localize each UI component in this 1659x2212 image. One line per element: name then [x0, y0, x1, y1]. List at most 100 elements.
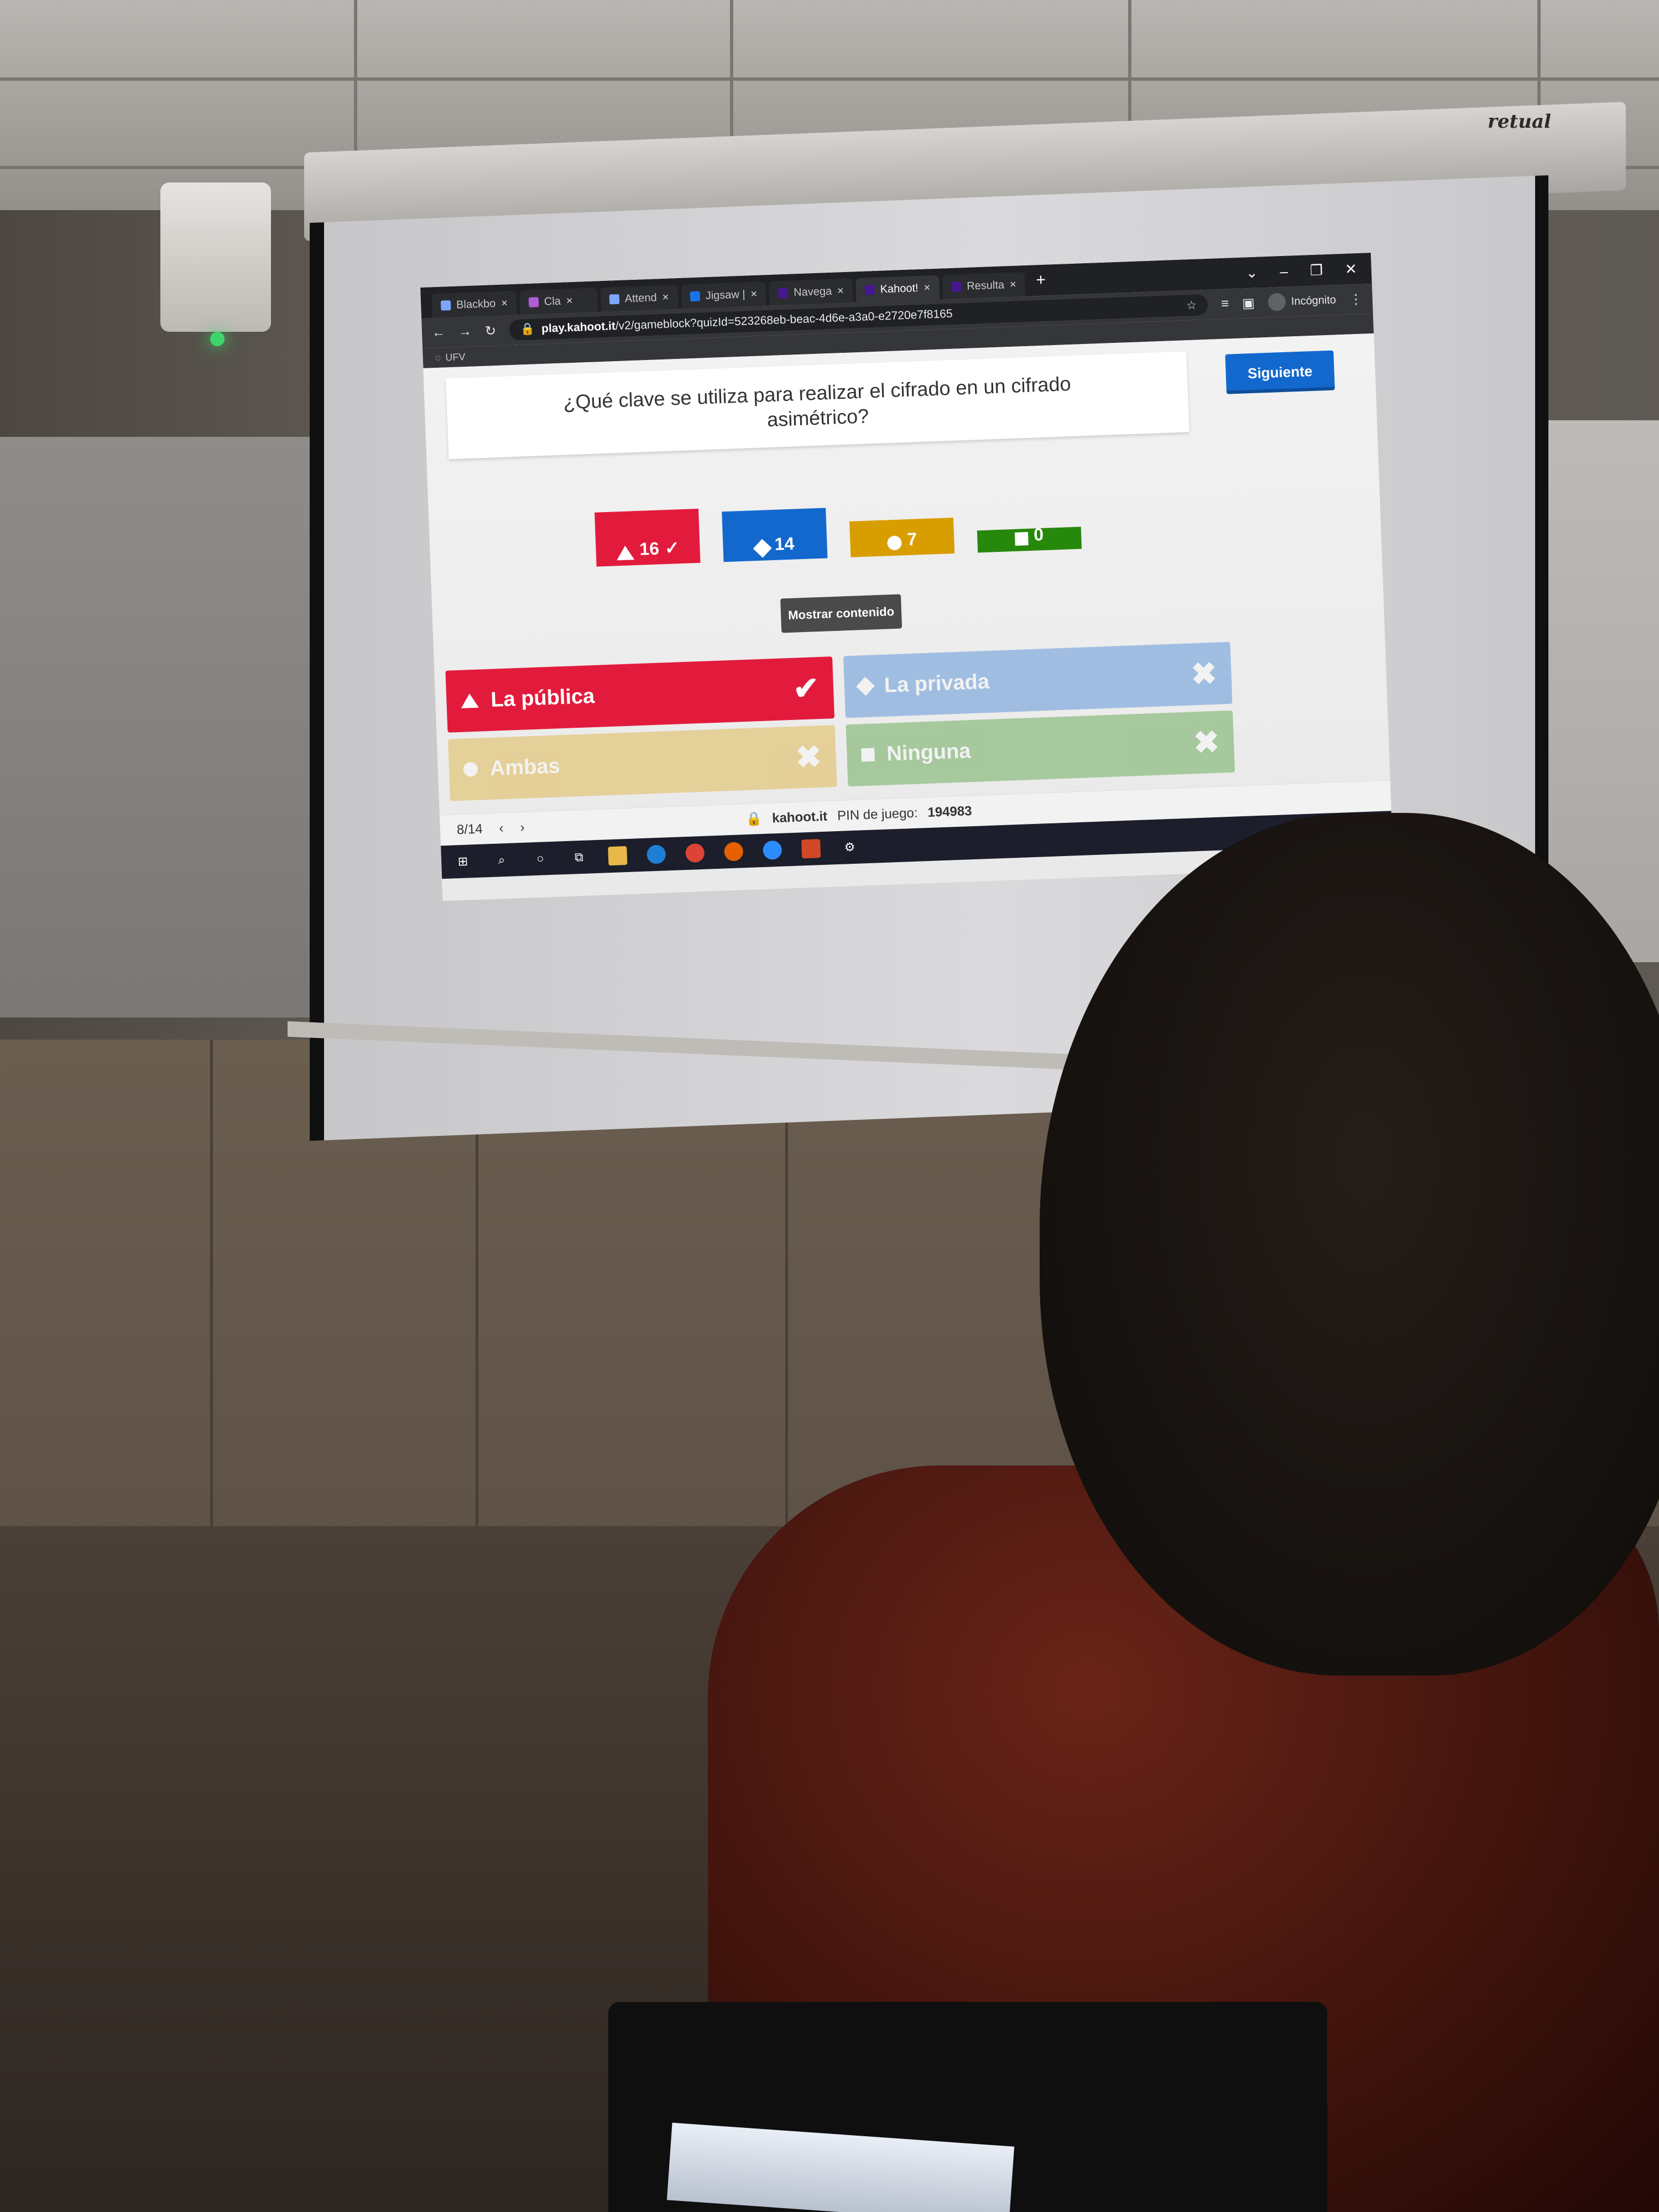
windows-start-icon[interactable]: ⊞	[453, 852, 472, 871]
next-button[interactable]: Siguiente	[1225, 350, 1335, 394]
back-arrow-icon[interactable]: ←	[432, 325, 446, 341]
site-label: kahoot.it	[771, 808, 828, 826]
result-bar-square: 0	[977, 524, 1082, 553]
close-icon[interactable]: ×	[566, 294, 573, 307]
edge-icon[interactable]	[646, 844, 666, 864]
tab-search-icon[interactable]: ⌄	[1245, 264, 1258, 281]
answer-label: Ninguna	[886, 739, 972, 766]
square-icon	[1015, 532, 1029, 546]
forward-arrow-icon[interactable]: →	[458, 324, 472, 340]
answer-option-square: Ninguna ✖	[846, 710, 1235, 787]
screen-brand-logo: retual	[1488, 111, 1551, 133]
lock-icon: 🔒	[745, 811, 763, 827]
url-path: /v2/gameblock?quizId=523268eb-beac-4d6e-…	[615, 307, 953, 333]
tab-attendance[interactable]: Attend ×	[600, 284, 679, 312]
incorrect-x-icon: ✖	[1193, 724, 1220, 760]
lock-icon: 🔒	[520, 322, 535, 336]
close-icon[interactable]: ×	[501, 297, 508, 310]
file-explorer-icon[interactable]	[608, 846, 628, 866]
settings-icon[interactable]: ⚙	[840, 838, 859, 857]
powerpoint-icon[interactable]	[801, 839, 821, 859]
restore-icon[interactable]: ❐	[1310, 262, 1323, 279]
result-count: 0	[1033, 524, 1044, 545]
answer-option-circle: Ambas ✖	[447, 725, 837, 801]
person-head-hair	[1040, 813, 1659, 1676]
reload-icon[interactable]: ↻	[484, 323, 496, 340]
url-host: play.kahoot.it	[541, 320, 616, 336]
whiteboard-left	[0, 437, 354, 1018]
question-progress: 8/14	[456, 821, 483, 837]
incognito-indicator[interactable]: Incógnito	[1267, 291, 1336, 311]
close-window-icon[interactable]: ✕	[1345, 260, 1358, 278]
correct-check-icon: ✔	[792, 670, 820, 706]
previous-arrow-icon[interactable]: ‹	[499, 821, 504, 836]
next-arrow-icon[interactable]: ›	[520, 820, 525, 835]
tab-blackboard[interactable]: Blackbo ×	[431, 290, 517, 319]
close-icon[interactable]: ×	[1010, 278, 1017, 291]
tab-jigsaw[interactable]: Jigsaw | ×	[680, 281, 767, 309]
answer-label: La pública	[490, 684, 595, 712]
speaker-led	[210, 332, 225, 346]
tab-favicon-icon	[951, 281, 962, 292]
tab-label: Blackbo	[456, 297, 496, 311]
tab-resultados[interactable]: Resulta ×	[942, 272, 1026, 300]
pin-label: PIN de juego:	[837, 805, 918, 823]
window-controls: ⌄ – ❐ ✕	[1245, 259, 1371, 281]
answer-results-chart: 16 ✓ 14 7 0	[594, 480, 1149, 567]
diamond-icon	[753, 539, 772, 558]
incognito-label: Incógnito	[1291, 293, 1337, 307]
cortana-icon[interactable]: ○	[530, 849, 550, 868]
triangle-icon	[460, 693, 479, 708]
wall-speaker	[160, 182, 271, 332]
circle-icon	[887, 535, 902, 551]
result-count: 7	[906, 529, 917, 550]
menu-kebab-icon[interactable]: ⋮	[1349, 291, 1363, 307]
task-view-icon[interactable]: ⧉	[569, 848, 588, 867]
minimize-icon[interactable]: –	[1280, 263, 1288, 280]
check-icon: ✓	[664, 538, 680, 559]
side-panel-icon[interactable]: ▣	[1242, 295, 1255, 311]
square-icon	[861, 748, 875, 762]
answer-option-triangle: La pública ✔	[445, 656, 835, 733]
media-icon[interactable]: ≡	[1221, 296, 1229, 311]
tab-favicon-icon	[690, 291, 701, 302]
tab-cla[interactable]: Cla ×	[519, 288, 598, 315]
zoom-icon[interactable]	[763, 840, 782, 860]
tab-favicon-icon	[440, 300, 451, 311]
answer-label: Ambas	[489, 754, 561, 780]
tab-label: Navega	[793, 285, 832, 299]
tab-label: Attend	[624, 291, 658, 305]
tab-label: Resulta	[966, 278, 1005, 293]
question-title: ¿Qué clave se utiliza para realizar el c…	[446, 351, 1190, 460]
ceiling-tile-line	[0, 77, 1659, 81]
close-icon[interactable]: ×	[837, 284, 844, 297]
firefox-icon[interactable]	[724, 842, 744, 862]
incognito-icon	[1267, 293, 1286, 311]
show-content-button[interactable]: Mostrar contenido	[780, 594, 902, 633]
answer-option-diamond: La privada ✖	[843, 641, 1233, 718]
tab-label: Jigsaw |	[705, 288, 745, 302]
game-pin-info: 🔒 kahoot.it PIN de juego: 194983	[745, 803, 972, 827]
close-icon[interactable]: ×	[924, 281, 931, 294]
tab-kahoot[interactable]: Kahoot! ×	[855, 275, 940, 303]
bookmark-ufv[interactable]: UFV	[445, 351, 466, 363]
incorrect-x-icon: ✖	[1190, 655, 1218, 692]
result-count: 16	[639, 538, 660, 559]
game-pin: 194983	[927, 803, 972, 820]
kahoot-gameblock: ¿Qué clave se utiliza para realizar el c…	[423, 333, 1394, 901]
bookmark-star-icon[interactable]: ☆	[1186, 298, 1197, 312]
incorrect-x-icon: ✖	[795, 739, 822, 775]
search-icon[interactable]: ⌕	[492, 851, 511, 870]
close-icon[interactable]: ×	[662, 291, 669, 304]
result-bar-diamond: 14	[722, 508, 828, 562]
tab-navega[interactable]: Navega ×	[769, 278, 853, 306]
result-count: 14	[774, 533, 795, 554]
new-tab-button[interactable]: +	[1028, 270, 1054, 290]
answer-label: La privada	[884, 670, 990, 697]
chrome-icon[interactable]	[685, 843, 705, 863]
tab-label: Cla	[544, 295, 561, 308]
circle-icon	[463, 761, 478, 777]
globe-icon: ◌	[435, 352, 441, 363]
tab-favicon-icon	[609, 294, 620, 305]
close-icon[interactable]: ×	[750, 288, 758, 300]
